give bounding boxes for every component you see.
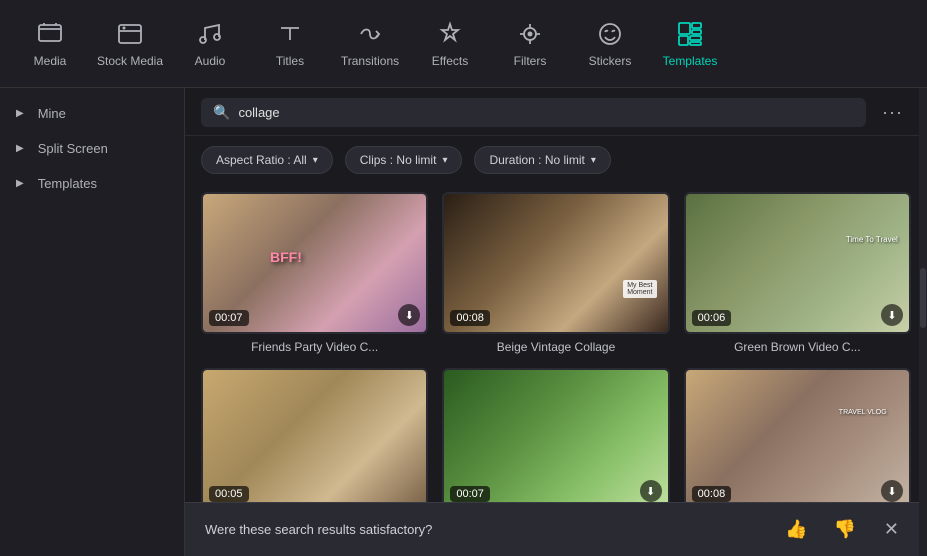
thumbnail: My BestMoment 00:08 <box>442 192 669 334</box>
thumbnail: Time To Travel 00:06 ⬇ <box>684 192 911 334</box>
download-icon: ⬇ <box>398 304 420 326</box>
main-content: ▶ Mine ▶ Split Screen ▶ Templates 🔍 ··· … <box>0 88 927 556</box>
duration-badge: 00:08 <box>450 310 490 326</box>
chevron-down-icon: ▾ <box>313 155 318 166</box>
thumbnail: 00:05 <box>201 368 428 502</box>
close-feedback-button[interactable]: ✕ <box>876 517 907 542</box>
nav-label-stock-media: Stock Media <box>97 54 163 68</box>
right-panel: 🔍 ··· Aspect Ratio : All ▾ Clips : No li… <box>185 88 927 556</box>
list-item[interactable]: 00:05 Retro Recording Hand... <box>201 368 428 502</box>
list-item[interactable]: Time To Travel 00:06 ⬇ Green Brown Video… <box>684 192 911 354</box>
duration-label: Duration : No limit <box>489 153 584 167</box>
thumbs-up-button[interactable]: 👍 <box>779 517 813 542</box>
list-item[interactable]: 00:07 ⬇ Retro Graffiti Collage <box>442 368 669 502</box>
thumb-overlay-travel-text: TRAVEL VLOG <box>839 409 887 416</box>
clips-label: Clips : No limit <box>360 153 437 167</box>
sidebar: ▶ Mine ▶ Split Screen ▶ Templates <box>0 88 185 556</box>
sidebar-item-mine[interactable]: ▶ Mine <box>0 96 184 131</box>
template-grid: BFF! 00:07 ⬇ Friends Party Video C... My… <box>201 192 911 502</box>
feedback-text: Were these search results satisfactory? <box>205 522 765 537</box>
grid-container: BFF! 00:07 ⬇ Friends Party Video C... My… <box>185 184 927 502</box>
scrollbar-track <box>919 88 927 556</box>
nav-item-effects[interactable]: Effects <box>410 4 490 84</box>
clips-filter[interactable]: Clips : No limit ▾ <box>345 146 463 174</box>
thumbnail: TRAVEL VLOG 00:08 ⬇ <box>684 368 911 502</box>
template-name: Beige Vintage Collage <box>442 340 669 354</box>
list-item[interactable]: BFF! 00:07 ⬇ Friends Party Video C... <box>201 192 428 354</box>
nav-item-titles[interactable]: Titles <box>250 4 330 84</box>
duration-badge: 00:07 <box>450 486 490 502</box>
chevron-right-icon: ▶ <box>16 108 24 119</box>
thumb-image: 00:07 ⬇ <box>444 370 667 502</box>
nav-item-stock-media[interactable]: Stock Media <box>90 4 170 84</box>
scrollbar-thumb[interactable] <box>920 268 926 328</box>
thumb-image: 00:05 <box>203 370 426 502</box>
search-bar: 🔍 ··· <box>185 88 927 136</box>
thumb-overlay-text: BFF! <box>270 249 302 265</box>
nav-label-filters: Filters <box>514 54 547 68</box>
thumb-image: TRAVEL VLOG 00:08 ⬇ <box>686 370 909 502</box>
duration-filter[interactable]: Duration : No limit ▾ <box>474 146 610 174</box>
template-name: Friends Party Video C... <box>201 340 428 354</box>
search-input-wrapper[interactable]: 🔍 <box>201 98 866 127</box>
template-name: Green Brown Video C... <box>684 340 911 354</box>
nav-item-media[interactable]: Media <box>10 4 90 84</box>
nav-item-audio[interactable]: Audio <box>170 4 250 84</box>
more-options-button[interactable]: ··· <box>874 98 911 127</box>
download-icon: ⬇ <box>640 480 662 502</box>
nav-label-titles: Titles <box>276 54 304 68</box>
thumb-image: Time To Travel 00:06 ⬇ <box>686 194 909 332</box>
sidebar-item-templates[interactable]: ▶ Templates <box>0 166 184 201</box>
filter-row: Aspect Ratio : All ▾ Clips : No limit ▾ … <box>185 136 927 184</box>
list-item[interactable]: TRAVEL VLOG 00:08 ⬇ Travel Vlog 01 <box>684 368 911 502</box>
chevron-right-icon-2: ▶ <box>16 143 24 154</box>
sidebar-label-split-screen: Split Screen <box>38 141 108 156</box>
nav-label-effects: Effects <box>432 54 468 68</box>
list-item[interactable]: My BestMoment 00:08 Beige Vintage Collag… <box>442 192 669 354</box>
duration-badge: 00:07 <box>209 310 249 326</box>
nav-label-templates: Templates <box>663 54 718 68</box>
sidebar-label-templates: Templates <box>38 176 97 191</box>
sidebar-item-split-screen[interactable]: ▶ Split Screen <box>0 131 184 166</box>
search-input[interactable] <box>238 105 854 120</box>
duration-badge: 00:05 <box>209 486 249 502</box>
duration-badge: 00:06 <box>692 310 732 326</box>
aspect-ratio-label: Aspect Ratio : All <box>216 153 307 167</box>
chevron-right-icon-3: ▶ <box>16 178 24 189</box>
top-nav: Media Stock Media Audio Titles Transitio… <box>0 0 927 88</box>
thumbnail: BFF! 00:07 ⬇ <box>201 192 428 334</box>
nav-item-templates[interactable]: Templates <box>650 4 730 84</box>
aspect-ratio-filter[interactable]: Aspect Ratio : All ▾ <box>201 146 333 174</box>
nav-item-stickers[interactable]: Stickers <box>570 4 650 84</box>
nav-item-filters[interactable]: Filters <box>490 4 570 84</box>
thumb-image: My BestMoment 00:08 <box>444 194 667 332</box>
nav-label-audio: Audio <box>195 54 226 68</box>
thumb-overlay-text: My BestMoment <box>623 280 656 298</box>
chevron-down-icon-3: ▾ <box>591 155 596 166</box>
thumb-image: BFF! 00:07 ⬇ <box>203 194 426 332</box>
search-icon: 🔍 <box>213 104 230 121</box>
nav-label-transitions: Transitions <box>341 54 399 68</box>
thumb-overlay-text: Time To Travel <box>846 235 898 244</box>
feedback-bar: Were these search results satisfactory? … <box>185 502 927 556</box>
thumbs-down-button[interactable]: 👎 <box>827 517 861 542</box>
sidebar-label-mine: Mine <box>38 106 66 121</box>
duration-badge: 00:08 <box>692 486 732 502</box>
chevron-down-icon-2: ▾ <box>442 155 447 166</box>
thumbnail: 00:07 ⬇ <box>442 368 669 502</box>
nav-label-stickers: Stickers <box>589 54 632 68</box>
nav-label-media: Media <box>34 54 67 68</box>
download-icon: ⬇ <box>881 304 903 326</box>
nav-item-transitions[interactable]: Transitions <box>330 4 410 84</box>
download-icon: ⬇ <box>881 480 903 502</box>
